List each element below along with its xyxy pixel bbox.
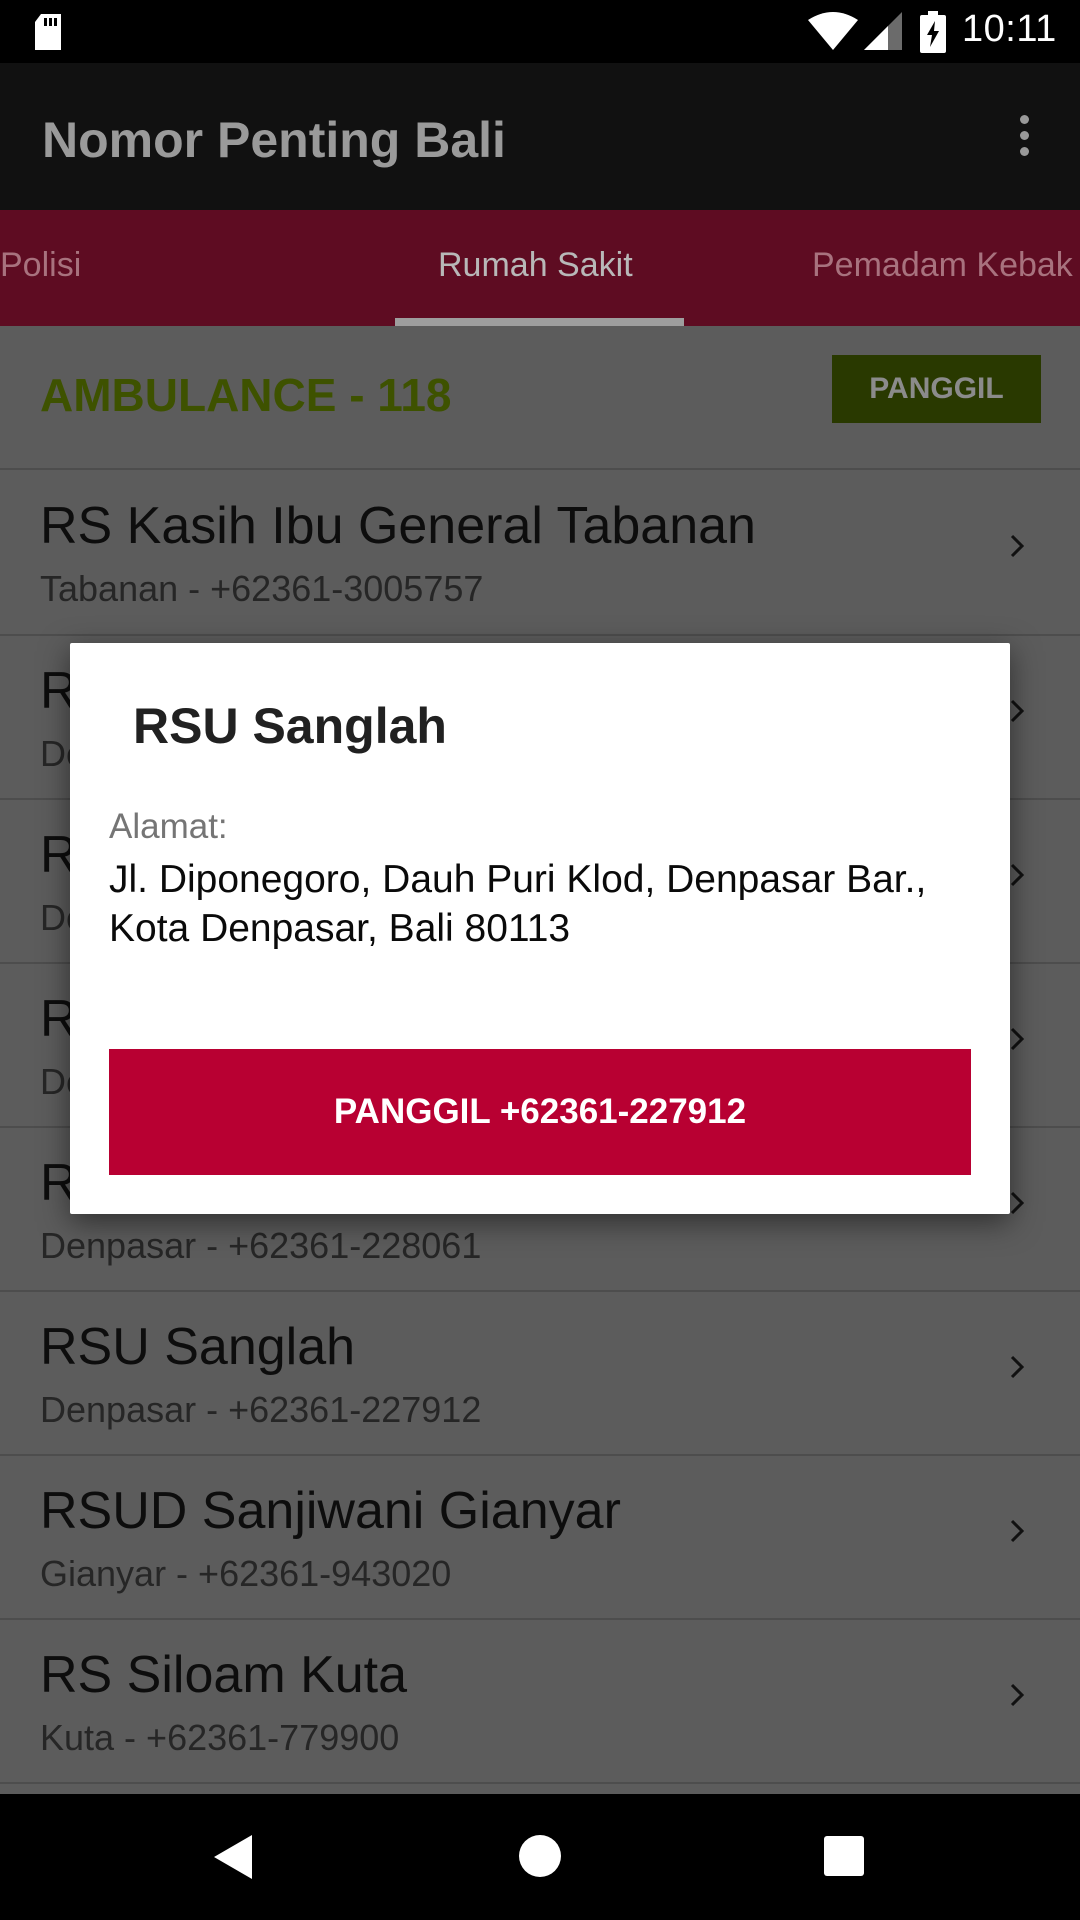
chevron-right-icon — [1010, 699, 1024, 723]
battery-charging-icon — [920, 11, 946, 53]
recents-icon[interactable] — [824, 1836, 864, 1876]
chevron-right-icon — [1010, 1355, 1024, 1379]
tab-rumah-sakit[interactable]: Rumah Sakit — [438, 246, 633, 285]
navigation-bar — [0, 1794, 1080, 1920]
list-item-name: RS Siloam Kuta — [40, 1646, 408, 1704]
list-item-subtitle: Denpasar - +62361-227912 — [40, 1389, 482, 1430]
sd-card-icon — [35, 14, 61, 50]
list-item-subtitle: Gianyar - +62361-943020 — [40, 1553, 452, 1594]
tab-bar: Polisi Rumah Sakit Pemadam Kebak — [0, 210, 1080, 326]
cell-signal-icon — [864, 12, 902, 50]
ambulance-label: AMBULANCE - 118 — [40, 369, 452, 421]
overflow-menu-icon[interactable] — [1004, 115, 1044, 163]
chevron-right-icon — [1010, 863, 1024, 887]
ambulance-call-button[interactable]: PANGGIL — [832, 355, 1041, 423]
list-item-name: RSUD Sanjiwani Gianyar — [40, 1482, 621, 1540]
list-item[interactable]: RSUD Sanjiwani Gianyar Gianyar - +62361-… — [0, 1455, 1080, 1619]
dialog-title: RSU Sanglah — [133, 698, 447, 754]
app-bar: Nomor Penting Bali — [0, 63, 1080, 210]
call-button[interactable]: PANGGIL +62361-227912 — [109, 1049, 971, 1175]
app-title: Nomor Penting Bali — [42, 112, 506, 168]
divider — [0, 1782, 1080, 1784]
chevron-right-icon — [1010, 1519, 1024, 1543]
chevron-right-icon — [1010, 534, 1024, 558]
list-item-subtitle: Denpasar - +62361-228061 — [40, 1225, 482, 1266]
list-item-name: RS Kasih Ibu General Tabanan — [40, 497, 756, 555]
wifi-icon — [808, 12, 858, 50]
tab-pemadam-kebakaran[interactable]: Pemadam Kebak — [812, 246, 1073, 285]
ambulance-row: AMBULANCE - 118 PANGGIL — [0, 326, 1080, 469]
chevron-right-icon — [1010, 1191, 1024, 1215]
list-item[interactable]: RSU Sanglah Denpasar - +62361-227912 — [0, 1291, 1080, 1455]
tab-polisi[interactable]: Polisi — [0, 246, 81, 285]
address-text: Jl. Diponegoro, Dauh Puri Klod, Denpasar… — [109, 858, 927, 950]
list-item-name: RSU Sanglah — [40, 1318, 356, 1376]
list-item[interactable]: RS Siloam Kuta Kuta - +62361-779900 — [0, 1619, 1080, 1783]
chevron-right-icon — [1010, 1683, 1024, 1707]
hospital-detail-dialog: RSU Sanglah Alamat: Jl. Diponegoro, Dauh… — [70, 643, 1010, 1214]
back-icon[interactable] — [214, 1835, 254, 1879]
list-item[interactable]: RS Kasih Ibu General Tabanan Tabanan - +… — [0, 470, 1080, 634]
home-icon[interactable] — [519, 1835, 561, 1877]
tab-indicator — [395, 318, 684, 326]
status-time: 10:11 — [962, 8, 1057, 50]
list-item-subtitle: Tabanan - +62361-3005757 — [40, 568, 484, 609]
list-item-subtitle: Kuta - +62361-779900 — [40, 1717, 400, 1758]
chevron-right-icon — [1010, 1027, 1024, 1051]
status-bar: 10:11 — [0, 0, 1080, 63]
address-label: Alamat: — [109, 807, 228, 846]
